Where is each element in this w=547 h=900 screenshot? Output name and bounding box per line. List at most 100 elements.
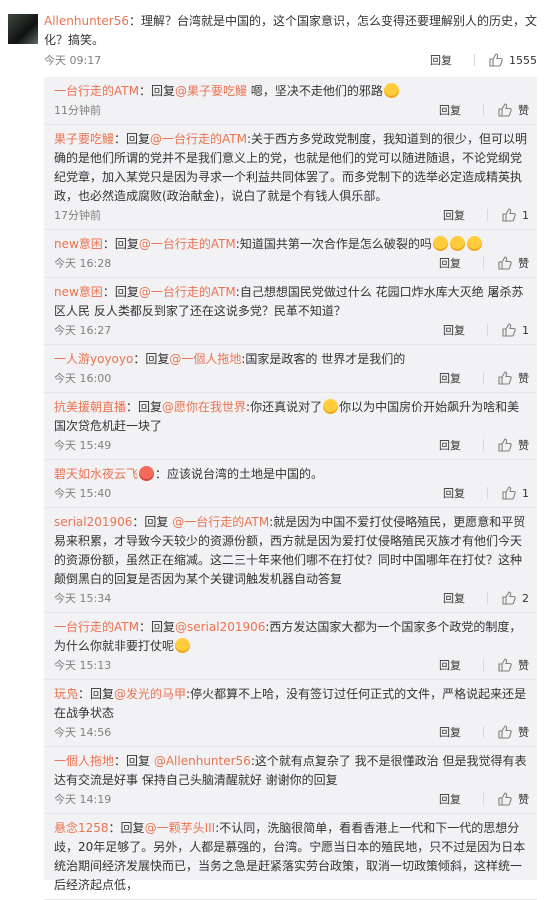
like-count: 1 (522, 209, 529, 222)
reply-button[interactable]: 回复 (443, 590, 465, 606)
thumbs-up-icon (502, 208, 516, 222)
reply-text: 悬念1258：回复@一颗芋头III:不认同，洗脑很简单，看看香港上一代和下一代的… (54, 819, 529, 895)
reply-prefix: ：回复 (103, 237, 139, 251)
reply-text: 一台行走的ATM：回复@serial201906:西方发达国家大都为一个国家多个… (54, 618, 529, 656)
reply-time: 11分钟前 (54, 102, 439, 118)
reply-username[interactable]: 抗美援朝直播 (54, 400, 126, 414)
reply-prefix: ：回复 (78, 687, 114, 701)
reply-username[interactable]: new意困 (54, 237, 103, 251)
thumbs-up-icon (489, 53, 503, 67)
divider (487, 209, 488, 221)
reply-time: 17分钟前 (54, 207, 443, 223)
reply-mention[interactable]: @一颗芋头III (145, 821, 216, 835)
reply-meta: 今天 15:34回复2 (54, 590, 529, 606)
reply-mention[interactable]: @一個人拖地 (169, 352, 241, 366)
like-button[interactable]: 赞 (498, 437, 529, 453)
reply-content: :知道国共第一次合作是怎么破裂的吗 (236, 237, 432, 251)
reply-time: 今天 15:49 (54, 437, 439, 453)
thumbs-up-icon (498, 725, 512, 739)
reply-mention[interactable]: @发光的马甲 (114, 687, 186, 701)
reply-item: new意困：回复@一台行走的ATM:知道国共第一次合作是怎么破裂的吗今天 16:… (44, 230, 537, 278)
reply-button[interactable]: 回复 (439, 657, 461, 673)
reply-mention[interactable]: @一台行走的ATM (139, 237, 236, 251)
reply-mention[interactable]: @一台行走的ATM (139, 285, 236, 299)
reply-button[interactable]: 回复 (439, 255, 461, 271)
divider (474, 54, 475, 66)
main-comment-text: Allenhunter56：理解？台湾就是中国的，这个国家意识，怎么变得还要理解… (44, 12, 537, 50)
like-button[interactable]: 1 (502, 208, 529, 222)
reply-button[interactable]: 回复 (430, 52, 452, 68)
main-comment-time: 今天 09:17 (44, 52, 430, 68)
reply-username[interactable]: 玩凫 (54, 687, 78, 701)
reply-prefix: ：回复 (139, 84, 175, 98)
reply-button[interactable]: 回复 (439, 724, 461, 740)
reply-username[interactable]: 果子要吃鳗 (54, 132, 114, 146)
main-comment-username[interactable]: Allenhunter56 (44, 14, 129, 28)
reply-button[interactable]: 回复 (439, 791, 461, 807)
reply-meta: 今天 14:56回复赞 (54, 724, 529, 740)
reply-mention[interactable]: @愿你在我世界 (162, 400, 246, 414)
reply-button[interactable]: 回复 (439, 437, 461, 453)
like-button[interactable]: 赞 (498, 657, 529, 673)
reply-time: 今天 16:00 (54, 370, 439, 386)
reply-item: serial201906：回复 @一台行走的ATM:就是因为中国不爱打仗侵略殖民… (44, 508, 537, 613)
like-button[interactable]: 1 (502, 486, 529, 500)
user-avatar[interactable] (8, 14, 38, 44)
reply-button[interactable]: 回复 (443, 485, 465, 501)
like-button[interactable]: 赞 (498, 724, 529, 740)
like-button[interactable]: 1555 (489, 53, 537, 67)
emoji-icon (139, 466, 154, 481)
reply-item: 果子要吃鳗：回复@一台行走的ATM:关于西方多党政党制度，我知道到的很少，但可以… (44, 125, 537, 230)
reply-username[interactable]: 一台行走的ATM (54, 84, 139, 98)
reply-username[interactable]: new意困 (54, 285, 103, 299)
reply-content: :你还真说对了 (246, 400, 322, 414)
reply-prefix: ：回复 (114, 754, 154, 768)
reply-mention[interactable]: @Allenhunter56 (154, 754, 251, 768)
reply-username[interactable]: serial201906 (54, 515, 132, 529)
reply-meta: 今天 15:13回复赞 (54, 657, 529, 673)
reply-username[interactable]: 悬念1258 (54, 821, 109, 835)
emoji-icon (384, 83, 399, 98)
like-button[interactable]: 赞 (498, 102, 529, 118)
reply-button[interactable]: 回复 (443, 207, 465, 223)
emoji-icon (433, 236, 448, 251)
like-button[interactable]: 2 (502, 591, 529, 605)
like-button[interactable]: 赞 (498, 791, 529, 807)
reply-button[interactable]: 回复 (439, 102, 461, 118)
divider (483, 372, 484, 384)
like-button[interactable]: 赞 (498, 370, 529, 386)
reply-mention[interactable]: @一台行走的ATM (150, 132, 247, 146)
like-count: 赞 (518, 370, 529, 386)
emoji-icon (467, 236, 482, 251)
reply-time: 今天 14:19 (54, 791, 439, 807)
like-count: 1 (522, 324, 529, 337)
reply-item: 玩凫：回复@发光的马甲:停火都算不上哈，没有签订过任何正式的文件，严格说起来还是… (44, 680, 537, 747)
reply-text: 一台行走的ATM：回复@果子要吃鳗 嗯，坚决不走他们的邪路 (54, 82, 529, 101)
reply-text: 果子要吃鳗：回复@一台行走的ATM:关于西方多党政党制度，我知道到的很少，但可以… (54, 130, 529, 206)
reply-mention[interactable]: @果子要吃鳗 (175, 84, 247, 98)
reply-username[interactable]: 一個人拖地 (54, 754, 114, 768)
reply-time: 今天 15:40 (54, 485, 443, 501)
reply-item: 一台行走的ATM：回复@果子要吃鳗 嗯，坚决不走他们的邪路11分钟前回复 赞 (44, 77, 537, 125)
reply-meta: 17分钟前回复 1 (54, 207, 529, 223)
reply-item: new意困：回复@一台行走的ATM:自己想想国民党做过什么 花园口炸水库大灭绝 … (44, 278, 537, 345)
reply-mention[interactable]: @serial201906 (175, 620, 265, 634)
like-button[interactable]: 赞 (498, 255, 529, 271)
like-button[interactable]: 1 (502, 323, 529, 337)
reply-username[interactable]: 碧天如水夜云飞 (54, 467, 138, 481)
reply-button[interactable]: 回复 (439, 370, 461, 386)
reply-username[interactable]: 一人游yoyoyo (54, 352, 133, 366)
reply-meta: 今天 14:19回复 赞 (54, 791, 529, 807)
like-count: 赞 (518, 791, 529, 807)
reply-meta: 今天 16:00回复 赞 (54, 370, 529, 386)
reply-meta: 今天 15:40回复 1 (54, 485, 529, 501)
reply-prefix: ：回复 (126, 400, 162, 414)
thumbs-up-icon (502, 323, 516, 337)
reply-username[interactable]: 一台行走的ATM (54, 620, 139, 634)
reply-button[interactable]: 回复 (443, 322, 465, 338)
reply-prefix: ：回复 (103, 285, 139, 299)
reply-mention[interactable]: @一台行走的ATM (172, 515, 269, 529)
reply-meta: 今天 16:28回复赞 (54, 255, 529, 271)
reply-text: 抗美援朝直播：回复@愿你在我世界:你还真说对了你以为中国房价开始飙升为啥和美国次… (54, 398, 529, 436)
thumbs-up-icon (498, 438, 512, 452)
